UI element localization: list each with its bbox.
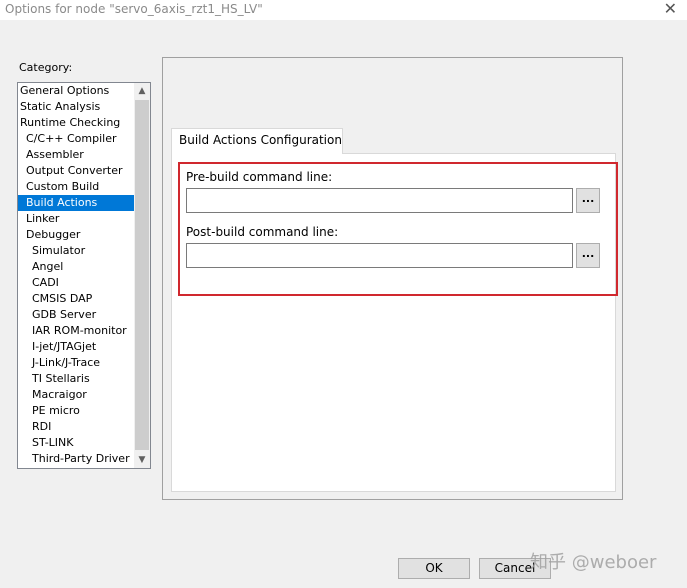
category-item[interactable]: Runtime Checking [18, 115, 134, 131]
category-item[interactable]: Simulator [18, 243, 134, 259]
scroll-thumb[interactable] [135, 100, 149, 450]
category-item[interactable]: IAR ROM-monitor [18, 323, 134, 339]
category-item[interactable]: ST-LINK [18, 435, 134, 451]
category-list[interactable]: General Options Static Analysis Runtime Ch… [17, 82, 151, 469]
category-item[interactable]: Angel [18, 259, 134, 275]
highlight-box [178, 162, 618, 296]
watermark: 知乎 @weboer [530, 552, 657, 573]
category-item[interactable]: Custom Build [18, 179, 134, 195]
category-item[interactable]: General Options [18, 83, 134, 99]
category-item[interactable]: Macraigor [18, 387, 134, 403]
category-item[interactable]: CADI [18, 275, 134, 291]
scroll-up-icon[interactable]: ▲ [134, 83, 150, 99]
category-item[interactable]: I-jet/JTAGjet [18, 339, 134, 355]
category-item[interactable]: Linker [18, 211, 134, 227]
category-item[interactable]: Static Analysis [18, 99, 134, 115]
category-item[interactable]: RDI [18, 419, 134, 435]
category-label: Category: [19, 61, 73, 74]
category-item[interactable]: C/C++ Compiler [18, 131, 134, 147]
category-items: General Options Static Analysis Runtime Ch… [18, 83, 134, 467]
category-item[interactable]: J-Link/J-Trace [18, 355, 134, 371]
title-bar: Options for node "servo_6axis_rzt1_HS_LV… [0, 0, 687, 20]
tab-label: Build Actions Configuration [179, 133, 342, 147]
category-item[interactable]: PE micro [18, 403, 134, 419]
category-item[interactable]: Output Converter [18, 163, 134, 179]
category-item[interactable]: Build Actions [18, 195, 134, 211]
category-scrollbar[interactable]: ▲ ▼ [134, 83, 150, 468]
category-item[interactable]: GDB Server [18, 307, 134, 323]
category-item[interactable]: CMSIS DAP [18, 291, 134, 307]
close-icon[interactable]: ✕ [664, 0, 677, 18]
category-item[interactable]: Debugger [18, 227, 134, 243]
category-item[interactable]: Assembler [18, 147, 134, 163]
tab-build-actions-configuration[interactable]: Build Actions Configuration [171, 128, 343, 154]
scroll-down-icon[interactable]: ▼ [134, 452, 150, 468]
window-title: Options for node "servo_6axis_rzt1_HS_LV… [5, 2, 263, 16]
ok-button[interactable]: OK [398, 558, 470, 579]
category-item[interactable]: Third-Party Driver [18, 451, 134, 467]
category-item[interactable]: TI Stellaris [18, 371, 134, 387]
